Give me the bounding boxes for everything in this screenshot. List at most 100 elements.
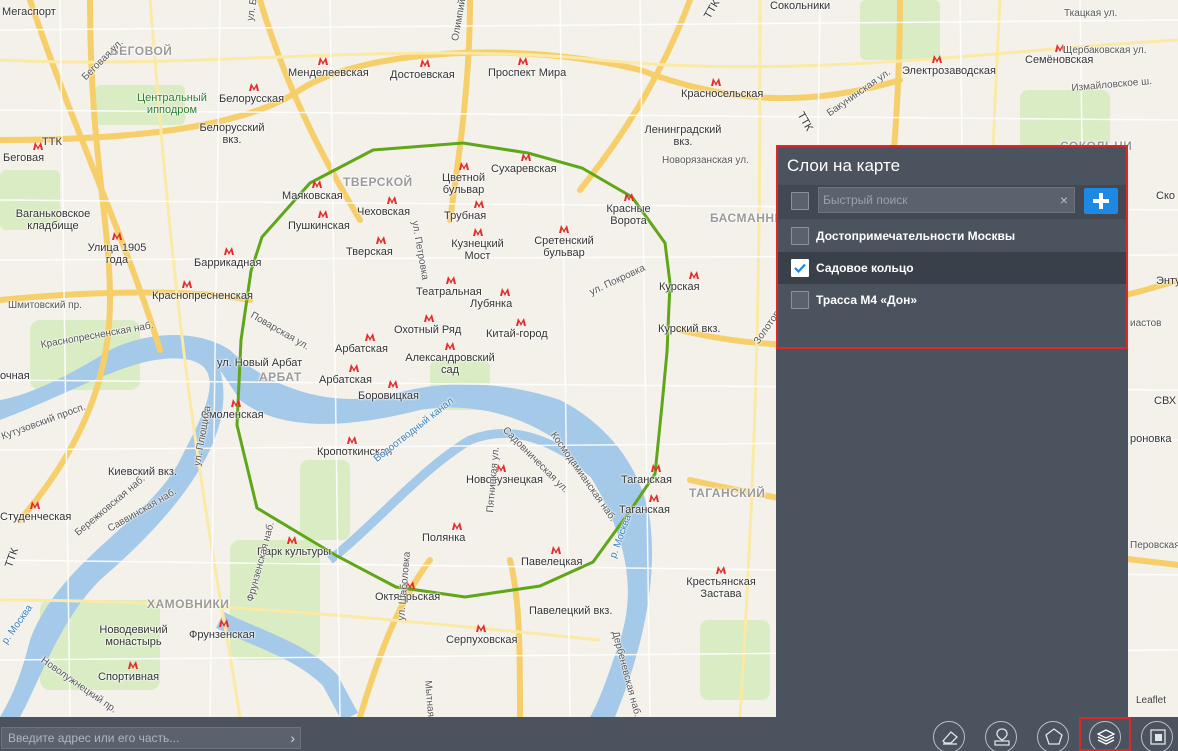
map-label-belorussky-vkz: Белорусский вкз.	[199, 122, 265, 146]
map-label-studencheskaya: Студенческая	[0, 511, 72, 523]
map-label-lubyanka: Лубянка	[470, 298, 513, 310]
map-label-krasnoselskaya: Красносельская	[681, 88, 764, 100]
map-label-belorusskaya: Белорусская	[219, 93, 285, 105]
map-label-sko: Ско	[1156, 190, 1175, 202]
clear-icon[interactable]: ×	[1060, 192, 1068, 208]
layer-name: Достопримечательности Москвы	[816, 229, 1016, 243]
metro-icon	[500, 288, 510, 296]
map-label-prospekt-mira: Проспект Мира	[488, 67, 567, 79]
map-label-khamovniki-dist: ХАМОВНИКИ	[147, 597, 230, 611]
metro-icon	[711, 78, 721, 86]
map-label-hippodrome: Центральный ипподром	[137, 92, 207, 116]
layers-search-box: ×	[818, 187, 1075, 213]
metro-icon	[551, 546, 561, 554]
map-label-elektrozavodskaya: Электрозаводская	[902, 65, 996, 77]
metro-icon	[518, 57, 528, 65]
metro-icon	[623, 193, 634, 201]
layer-name: Трасса М4 «Дон»	[816, 293, 918, 307]
metro-icon	[651, 464, 661, 472]
marker-tool-button[interactable]	[985, 721, 1017, 751]
bottom-toolbar: ›	[0, 717, 1178, 751]
map-label-serpukhovskaya: Серпуховская	[446, 634, 518, 646]
map-label-perovskaya: Перовская	[1130, 540, 1178, 551]
eraser-icon	[942, 731, 958, 745]
map-label-tkatskaya: Ткацкая ул.	[1064, 8, 1118, 19]
layer-item[interactable]: Садовое кольцо	[778, 252, 1126, 284]
map-label-novodevichy: Новодевичий монастырь	[99, 624, 168, 648]
metro-icon	[932, 55, 942, 63]
map-label-shmitovsky: Шмитовский пр.	[8, 300, 82, 311]
map-label-paveletsky-vkz: Павелецкий вкз.	[529, 605, 613, 617]
map-label-shcherbakovskaya: Щербаковская ул.	[1063, 45, 1147, 56]
metro-icon	[349, 364, 359, 372]
metro-icon	[318, 57, 328, 65]
polygon-icon	[1045, 728, 1063, 745]
metro-icon	[649, 494, 659, 502]
map-label-tverskaya: Тверская	[346, 246, 393, 258]
map-label-arbat-dist: АРБАТ	[259, 370, 302, 384]
map-label-sretensky: Сретенский бульвар	[534, 235, 594, 259]
metro-icon	[516, 318, 526, 326]
map-label-novokuznetskaya: Новокузнецкая	[466, 474, 543, 486]
layer-checkbox[interactable]	[791, 259, 809, 277]
eraser-tool-button[interactable]	[933, 721, 965, 751]
map-label-svh: СВХ	[1154, 395, 1177, 407]
layer-checkbox[interactable]	[791, 227, 809, 245]
metro-icon	[287, 536, 297, 544]
metro-icon	[458, 162, 469, 170]
map-label-frunzenskaya: Фрунзенская	[189, 629, 255, 641]
plus-icon	[1093, 193, 1109, 209]
map-label-krasnopresnenskaya: Краснопресненская	[152, 290, 253, 302]
check-icon	[794, 263, 806, 273]
map-label-sukharevskaya: Сухаревская	[491, 163, 557, 175]
active-tool-highlight	[1079, 717, 1131, 751]
map-label-dostoevskaya: Достоевская	[390, 69, 455, 81]
map-label-ronovka: роновка	[1130, 433, 1172, 445]
metro-icon	[224, 247, 234, 255]
layers-panel-title: Слои на карте	[787, 156, 901, 175]
map-label-teatralnaya: Театральная	[416, 286, 482, 298]
metro-icon	[182, 280, 192, 288]
layers-search-row: ×	[778, 185, 1126, 219]
layers-search-input[interactable]	[819, 188, 1049, 212]
map-label-chekhovskaya: Чеховская	[357, 206, 411, 218]
map-label-kurskaya: Курская	[659, 281, 700, 293]
metro-icon	[312, 180, 322, 188]
map-label-tverskoy-dist: ТВЕРСКОЙ	[343, 175, 413, 189]
metro-icon	[424, 314, 434, 322]
chevron-right-icon[interactable]: ›	[290, 730, 295, 746]
metro-icon	[474, 200, 484, 208]
map-label-krasnye-vorota: Красные Ворота	[606, 203, 651, 227]
map-label-barrikadnaya: Баррикадная	[194, 257, 262, 269]
layer-item[interactable]: Достопримечательности Москвы	[778, 220, 1126, 252]
map-label-mayakovskaya: Маяковская	[282, 190, 343, 202]
map-label-vagankovskoe: Ваганьковское кладбище	[15, 208, 91, 232]
layers-panel: Слои на карте × Достопримечательности Мо…	[776, 145, 1128, 717]
address-input[interactable]	[2, 728, 272, 748]
metro-icon	[716, 566, 726, 574]
map-label-trubnaya: Трубная	[444, 210, 487, 222]
map-label-borovitskaya: Боровицкая	[358, 390, 419, 402]
layer-name: Садовое кольцо	[816, 261, 914, 275]
map-label-tsvetnoy: Цветной бульвар	[442, 172, 485, 196]
address-search: ›	[1, 727, 301, 749]
map-label-entuziastov: Энту	[1156, 275, 1178, 287]
map-pin-icon	[994, 728, 1010, 746]
leaflet-attribution[interactable]: Leaflet	[1136, 695, 1166, 706]
map-label-polyanka: Полянка	[422, 532, 466, 544]
layer-item[interactable]: Трасса М4 «Дон»	[778, 284, 1126, 316]
map-label-arbatskaya-2: Арбатская	[319, 374, 372, 386]
metro-icon	[452, 522, 462, 530]
polygon-tool-button[interactable]	[1037, 721, 1069, 751]
metro-icon	[445, 342, 455, 350]
layer-checkbox[interactable]	[791, 291, 809, 309]
add-layer-button[interactable]	[1084, 188, 1118, 214]
map-label-krestyanskaya: Крестьянская Застава	[686, 576, 756, 600]
map-label-ttk-1: ТТК	[42, 136, 62, 148]
map-label-paveletskaya: Павелецкая	[521, 556, 583, 568]
map-label-kuznetsky: Кузнецкий Мост	[451, 238, 504, 262]
map-label-tagansky-dist: ТАГАНСКИЙ	[689, 486, 766, 500]
select-all-checkbox[interactable]	[791, 192, 809, 210]
metro-icon	[420, 59, 430, 67]
fullscreen-tool-button[interactable]	[1141, 721, 1173, 751]
